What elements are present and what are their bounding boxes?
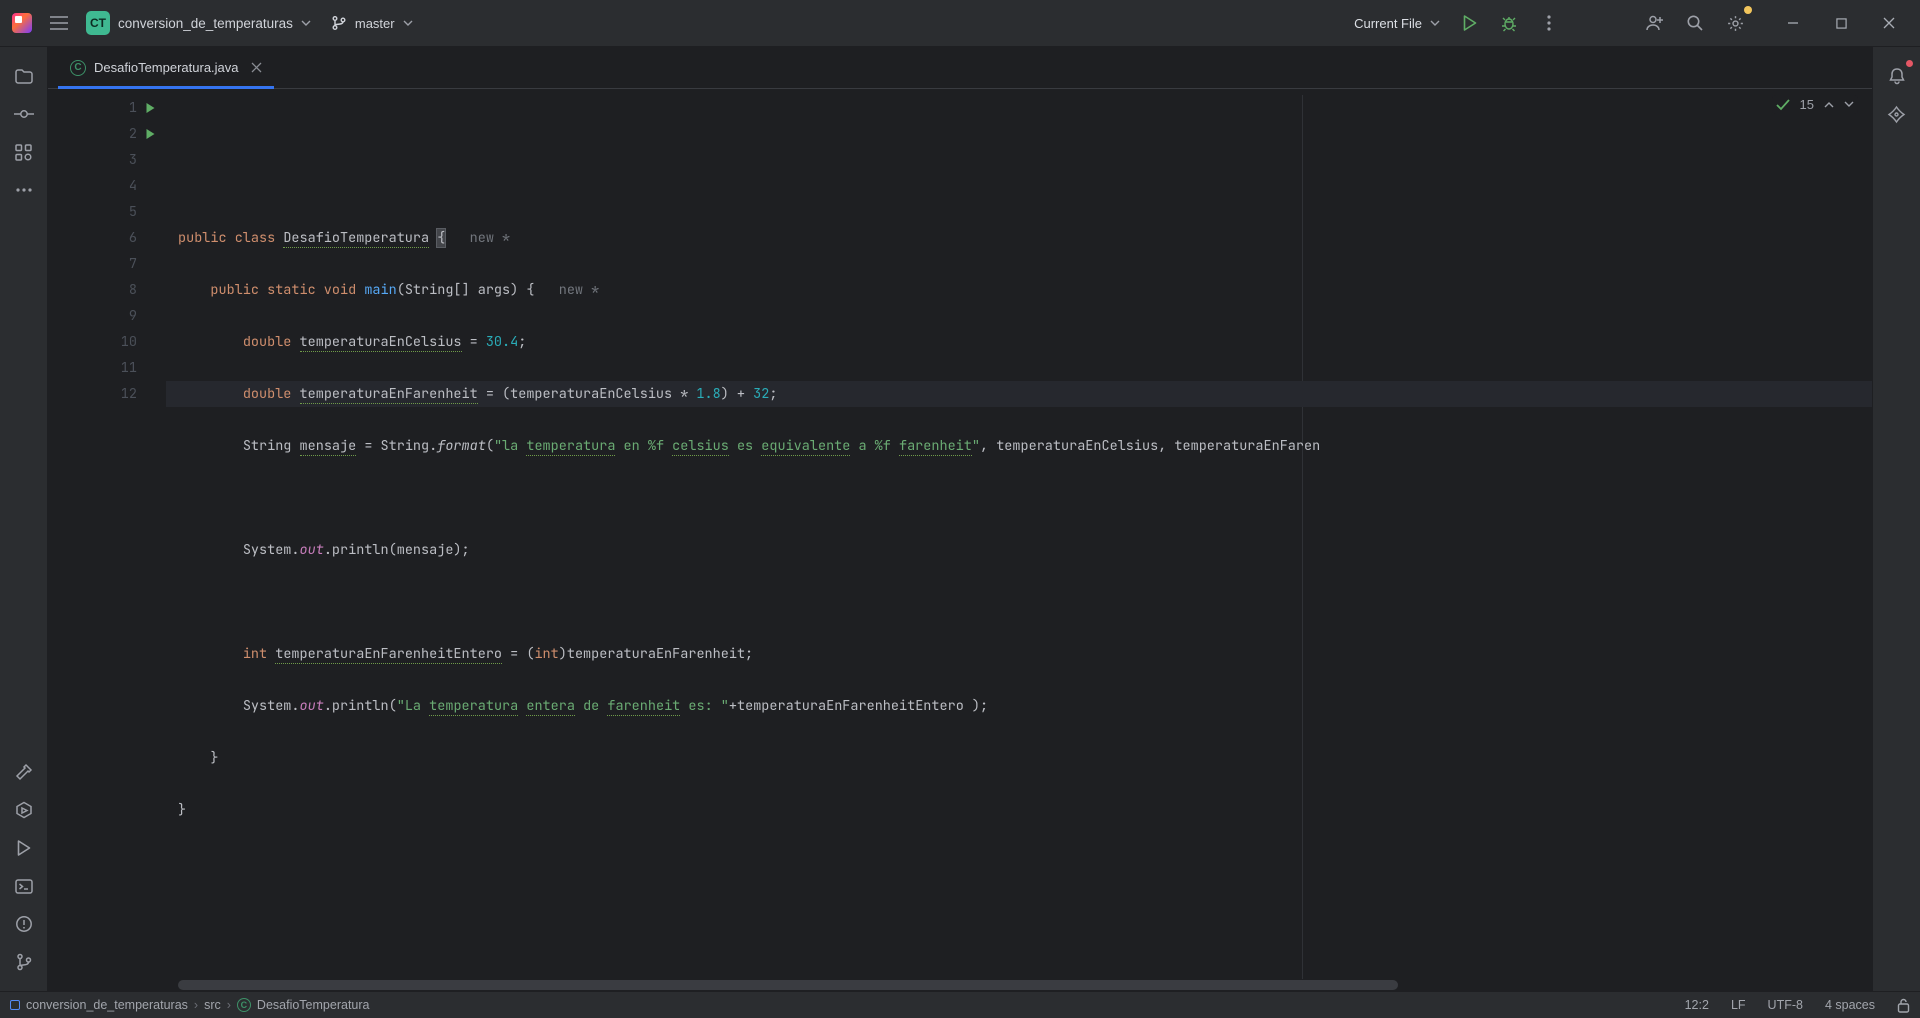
line-number: 1	[115, 95, 137, 121]
ide-logo	[8, 9, 36, 37]
vcs-branch-selector[interactable]: master	[323, 8, 421, 38]
run-config-selector[interactable]: Current File	[1348, 8, 1446, 38]
project-badge: CT	[86, 11, 110, 35]
file-encoding[interactable]: UTF-8	[1768, 998, 1803, 1012]
run-gutter-icon[interactable]	[145, 128, 156, 140]
problems-tool-button[interactable]	[7, 907, 41, 941]
line-number: 12	[115, 381, 137, 407]
java-class-icon: C	[70, 60, 86, 76]
breadcrumbs[interactable]: conversion_de_temperaturas › src › C Des…	[10, 998, 369, 1012]
crumb-class[interactable]: DesafioTemperatura	[257, 998, 370, 1012]
code-editor[interactable]: 15 1 2 3 4 5 6 7 8 9 10 11 12	[48, 89, 1872, 979]
maximize-button[interactable]	[1818, 6, 1864, 40]
services-tool-button[interactable]	[7, 793, 41, 827]
branch-icon	[331, 15, 347, 31]
chevron-down-icon	[1430, 20, 1440, 26]
line-number: 5	[115, 199, 137, 225]
java-class-icon: C	[237, 998, 251, 1012]
next-highlight-button[interactable]	[1844, 101, 1854, 108]
structure-tool-button[interactable]	[7, 135, 41, 169]
line-number: 9	[115, 303, 137, 329]
editor-tabs: C DesafioTemperatura.java	[48, 47, 1872, 89]
editor-tab[interactable]: C DesafioTemperatura.java	[58, 47, 274, 88]
code-with-me-button[interactable]	[1638, 6, 1672, 40]
window-controls	[1770, 6, 1912, 40]
close-window-button[interactable]	[1866, 6, 1912, 40]
main-area: C DesafioTemperatura.java 15 1 2 3 4 5	[0, 47, 1920, 991]
module-icon	[10, 1000, 20, 1010]
notifications-button[interactable]	[1880, 59, 1914, 93]
more-actions-button[interactable]	[1532, 6, 1566, 40]
line-number: 8	[115, 277, 137, 303]
line-number: 11	[115, 355, 137, 381]
crumb-project[interactable]: conversion_de_temperaturas	[26, 998, 188, 1012]
more-tools-button[interactable]	[7, 173, 41, 207]
editor-area: C DesafioTemperatura.java 15 1 2 3 4 5	[48, 47, 1872, 991]
statusbar: conversion_de_temperaturas › src › C Des…	[0, 991, 1920, 1018]
project-name: conversion_de_temperaturas	[118, 16, 293, 31]
project-tool-button[interactable]	[7, 59, 41, 93]
run-gutter-icon[interactable]	[145, 102, 156, 114]
caret-position[interactable]: 12:2	[1685, 998, 1709, 1012]
terminal-tool-button[interactable]	[7, 869, 41, 903]
run-tool-button[interactable]	[7, 831, 41, 865]
line-number: 4	[115, 173, 137, 199]
line-separator[interactable]: LF	[1731, 998, 1746, 1012]
line-number: 10	[115, 329, 137, 355]
chevron-right-icon: ›	[227, 998, 231, 1012]
line-number: 2	[115, 121, 137, 147]
line-number: 6	[115, 225, 137, 251]
settings-button[interactable]	[1718, 6, 1752, 40]
minimize-button[interactable]	[1770, 6, 1816, 40]
editor-gutter[interactable]: 1 2 3 4 5 6 7 8 9 10 11 12	[48, 89, 166, 979]
vcs-tool-button[interactable]	[7, 945, 41, 979]
indent-setting[interactable]: 4 spaces	[1825, 998, 1875, 1012]
chevron-right-icon: ›	[194, 998, 198, 1012]
titlebar: CT conversion_de_temperaturas master Cur…	[0, 0, 1920, 47]
readonly-toggle[interactable]	[1897, 998, 1910, 1013]
run-button[interactable]	[1452, 6, 1486, 40]
scrollbar-thumb[interactable]	[178, 980, 1398, 990]
inspection-count: 15	[1800, 97, 1814, 112]
inspection-widget[interactable]: 15	[1772, 95, 1858, 114]
project-selector[interactable]: CT conversion_de_temperaturas	[82, 8, 317, 38]
build-tool-button[interactable]	[7, 755, 41, 789]
chevron-down-icon	[403, 20, 413, 26]
horizontal-scrollbar[interactable]	[48, 979, 1872, 991]
close-tab-button[interactable]	[251, 62, 262, 73]
main-menu-button[interactable]	[42, 6, 76, 40]
left-tool-rail	[0, 47, 48, 991]
code-content[interactable]: public class DesafioTemperatura { new * …	[166, 89, 1872, 979]
crumb-src[interactable]: src	[204, 998, 221, 1012]
right-tool-rail	[1872, 47, 1920, 991]
branch-name: master	[355, 16, 395, 31]
search-everywhere-button[interactable]	[1678, 6, 1712, 40]
check-icon	[1776, 99, 1790, 111]
debug-button[interactable]	[1492, 6, 1526, 40]
line-number: 3	[115, 147, 137, 173]
ai-assistant-button[interactable]	[1880, 97, 1914, 131]
prev-highlight-button[interactable]	[1824, 101, 1834, 108]
line-number: 7	[115, 251, 137, 277]
tab-filename: DesafioTemperatura.java	[94, 60, 239, 75]
run-config-label: Current File	[1354, 16, 1422, 31]
chevron-down-icon	[301, 20, 311, 26]
commit-tool-button[interactable]	[7, 97, 41, 131]
